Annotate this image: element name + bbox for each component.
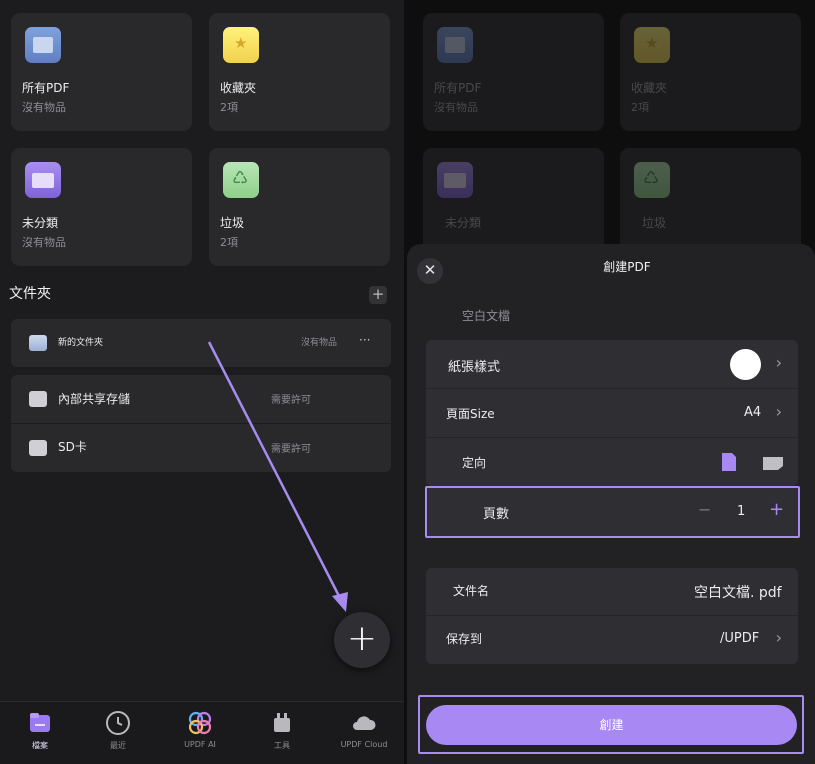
more-options-icon[interactable]: ··· xyxy=(359,333,370,347)
chevron-right-icon: › xyxy=(775,402,782,421)
tab-recent[interactable]: 最近 xyxy=(78,702,158,764)
file-group: 文件名 空白文檔. pdf 保存到 /UPDF › xyxy=(426,568,798,664)
page-size-label: 頁面Size xyxy=(446,407,495,421)
page-size-row[interactable]: 頁面Size A4 › xyxy=(426,389,798,437)
page-count-highlight xyxy=(425,486,800,538)
paper-style-label: 紙張樣式 xyxy=(448,360,501,375)
storage-icon xyxy=(29,391,47,407)
paper-color-swatch xyxy=(730,349,761,380)
cloud-icon xyxy=(353,716,376,730)
portrait-icon[interactable] xyxy=(721,452,737,472)
tab-label: UPDF Cloud xyxy=(340,740,388,749)
add-fab-button[interactable]: + xyxy=(334,612,390,668)
blank-document-label: 空白文檔 xyxy=(462,309,511,323)
sd-card-icon xyxy=(29,440,47,456)
page-size-value: A4 xyxy=(744,405,762,420)
create-pdf-panel: 所有PDF 沒有物品 收藏夾 2項 未分類 垃圾 ✕ 創建PDF 空白文檔 紙張… xyxy=(407,0,815,764)
filename-row[interactable]: 文件名 空白文檔. pdf xyxy=(426,568,798,615)
folders-section-title: 文件夾 xyxy=(9,286,51,302)
orientation-row: 定向 xyxy=(426,438,798,486)
files-icon xyxy=(30,713,50,732)
card-title: 垃圾 xyxy=(220,216,245,230)
pdf-icon xyxy=(25,27,61,63)
storage-name: SD卡 xyxy=(58,440,87,454)
trash-icon xyxy=(223,162,259,198)
save-to-row[interactable]: 保存到 /UPDF › xyxy=(426,616,798,664)
trash-card[interactable]: 垃圾 2項 xyxy=(209,148,390,266)
bottom-tab-bar: 檔案 最近 UPDF AI 工具 UPDF Cloud xyxy=(0,701,404,764)
card-title: 所有PDF xyxy=(22,81,70,95)
tab-cloud[interactable]: UPDF Cloud xyxy=(324,702,404,764)
sheet-title: 創建PDF xyxy=(603,260,651,274)
save-to-label: 保存到 xyxy=(446,632,483,646)
filename-value[interactable]: 空白文檔. pdf xyxy=(694,582,782,602)
landscape-icon[interactable] xyxy=(762,456,784,471)
all-pdf-card[interactable]: 所有PDF 沒有物品 xyxy=(11,13,192,131)
create-pdf-sheet: ✕ 創建PDF 空白文檔 紙張樣式 › 頁面Size A4 › 定向 頁數 − … xyxy=(407,244,815,764)
tab-label: 檔案 xyxy=(32,741,48,750)
folder-name: 新的文件夾 xyxy=(58,338,104,348)
add-folder-button[interactable]: + xyxy=(369,286,387,304)
tab-files[interactable]: 檔案 xyxy=(0,702,80,764)
file-browser-panel: 所有PDF 沒有物品 收藏夾 2項 未分類 沒有物品 垃圾 2項 文件夾 + 新… xyxy=(0,0,404,764)
storage-name: 內部共享存儲 xyxy=(58,392,131,406)
create-button-highlight xyxy=(418,695,804,754)
ai-icon xyxy=(188,711,212,735)
uncategorized-icon xyxy=(25,162,61,198)
favorites-card[interactable]: 收藏夾 2項 xyxy=(209,13,390,131)
favorite-icon xyxy=(223,27,259,63)
filename-label: 文件名 xyxy=(453,584,490,598)
card-title: 未分類 xyxy=(22,216,59,230)
save-to-value: /UPDF xyxy=(720,631,760,646)
card-count: 沒有物品 xyxy=(22,236,66,249)
tools-icon xyxy=(274,713,290,732)
chevron-right-icon: › xyxy=(775,628,782,647)
uncategorized-card[interactable]: 未分類 沒有物品 xyxy=(11,148,192,266)
card-count: 2項 xyxy=(220,236,238,249)
orientation-label: 定向 xyxy=(462,456,487,470)
tab-tools[interactable]: 工具 xyxy=(242,702,322,764)
chevron-right-icon: › xyxy=(775,353,782,372)
card-title: 收藏夾 xyxy=(220,81,257,95)
settings-group: 紙張樣式 › 頁面Size A4 › 定向 xyxy=(426,340,798,486)
card-count: 沒有物品 xyxy=(22,101,66,114)
permission-status: 需要許可 xyxy=(271,444,311,455)
permission-status: 需要許可 xyxy=(271,395,311,406)
tab-label: 最近 xyxy=(110,741,126,750)
folder-icon xyxy=(29,335,47,351)
tab-label: 工具 xyxy=(274,741,290,750)
card-count: 2項 xyxy=(220,101,238,114)
folder-row[interactable]: 新的文件夾 沒有物品 ··· xyxy=(11,319,391,367)
folder-status: 沒有物品 xyxy=(301,338,338,348)
storage-row-internal[interactable]: 內部共享存儲 需要許可 xyxy=(11,375,391,423)
clock-icon xyxy=(106,711,130,735)
tab-label: UPDF AI xyxy=(184,740,216,749)
paper-style-row[interactable]: 紙張樣式 › xyxy=(426,340,798,388)
tab-ai[interactable]: UPDF AI xyxy=(160,702,240,764)
storage-row-sd[interactable]: SD卡 需要許可 xyxy=(11,424,391,472)
